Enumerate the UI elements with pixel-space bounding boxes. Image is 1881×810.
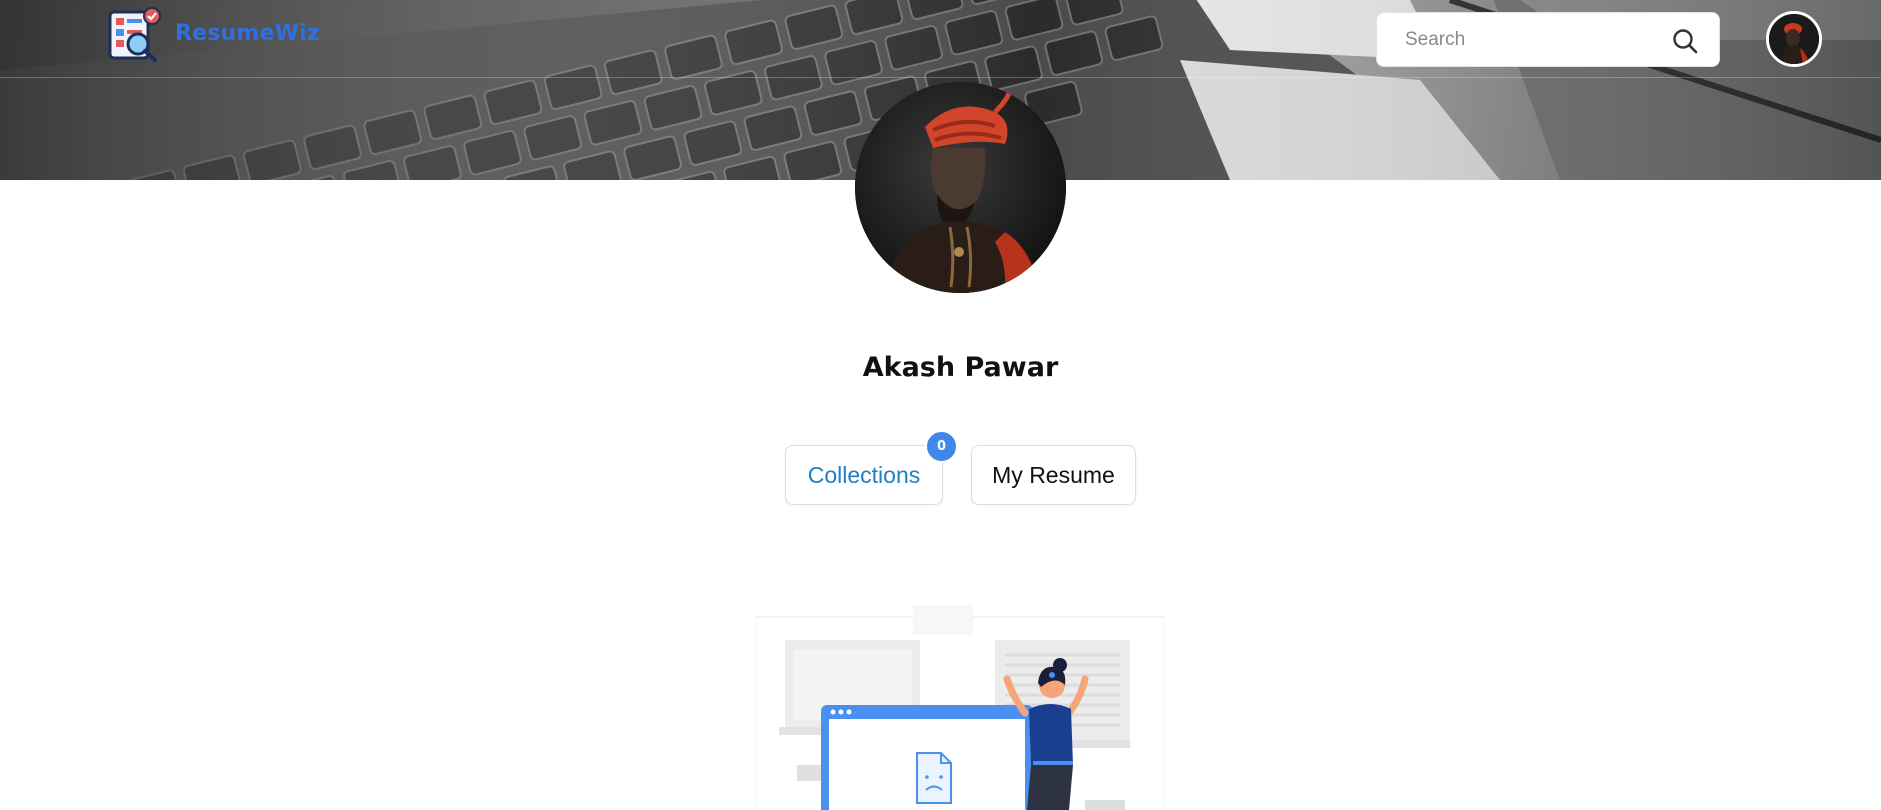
search-input[interactable] xyxy=(1377,13,1657,66)
search-bar xyxy=(1376,12,1720,67)
empty-collection-illustration xyxy=(755,605,1165,810)
avatar-image xyxy=(1769,14,1819,64)
top-navbar: ResumeWiz xyxy=(0,0,1881,78)
brand-name: ResumeWiz xyxy=(175,20,320,46)
resume-magnifier-logo-icon xyxy=(108,7,161,62)
profile-name: Akash Pawar xyxy=(862,352,1059,383)
profile-image xyxy=(855,82,1066,293)
collections-button[interactable]: Collections xyxy=(785,445,943,505)
search-icon[interactable] xyxy=(1671,27,1699,55)
profile-photo xyxy=(855,82,1066,293)
brand-home-link[interactable]: ResumeWiz xyxy=(105,4,320,62)
collections-count-badge: 0 xyxy=(925,430,958,463)
user-avatar-menu[interactable] xyxy=(1766,11,1822,67)
my-resume-button[interactable]: My Resume xyxy=(971,445,1136,505)
